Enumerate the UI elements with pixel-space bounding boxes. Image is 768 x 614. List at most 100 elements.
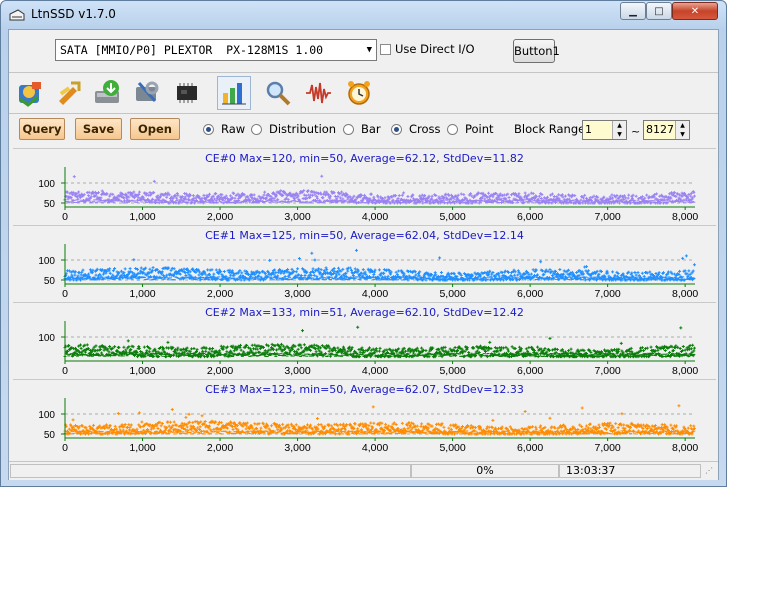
data-point <box>529 272 533 276</box>
minimize-button[interactable]: ▁ <box>620 2 646 20</box>
data-point <box>116 411 120 415</box>
open-button[interactable]: Open <box>130 118 180 140</box>
data-point <box>132 258 136 262</box>
data-point <box>252 193 256 197</box>
minimize-icon: ▁ <box>629 5 637 17</box>
chart-panel-ce1: CE#1 Max=125, min=50, Average=62.04, Std… <box>13 225 716 302</box>
title-bar[interactable]: LtnSSD v1.7.0 ▁ □ ✕ <box>1 1 726 29</box>
data-point <box>636 271 640 275</box>
data-point <box>453 345 457 349</box>
chart-panel-ce3: CE#3 Max=123, min=50, Average=62.07, Std… <box>13 379 716 456</box>
data-point <box>313 258 317 262</box>
block-range-to-input[interactable]: 8127 ▲ ▼ <box>643 120 690 140</box>
data-point <box>443 345 447 349</box>
data-point <box>200 414 204 418</box>
maximize-button[interactable]: □ <box>646 2 672 20</box>
data-point <box>320 174 324 178</box>
save-button[interactable]: Save <box>75 118 122 140</box>
y-tick-label: 100 <box>38 333 55 344</box>
data-point <box>299 346 303 350</box>
data-point <box>692 194 696 198</box>
button1[interactable]: Button1 <box>513 39 560 63</box>
data-point <box>113 345 117 349</box>
spin-arrows-icon[interactable]: ▲ ▼ <box>675 121 689 139</box>
y-tick-label: 100 <box>38 179 55 190</box>
data-point <box>219 421 223 425</box>
data-point <box>463 349 467 353</box>
data-point <box>92 423 96 427</box>
chip-icon[interactable] <box>170 76 204 110</box>
data-point <box>72 175 76 179</box>
cross-radio-label[interactable]: Cross <box>409 122 441 136</box>
tools-icon[interactable] <box>52 76 86 110</box>
block-range-to-value: 8127 <box>646 123 674 136</box>
chart-bars-icon[interactable] <box>217 76 251 110</box>
data-point <box>302 343 306 347</box>
raw-radio-label[interactable]: Raw <box>221 122 245 136</box>
raw-radio[interactable] <box>203 124 214 135</box>
cross-radio[interactable] <box>391 124 402 135</box>
data-point <box>633 270 637 274</box>
settings-icon[interactable] <box>130 76 164 110</box>
data-point <box>262 193 266 197</box>
data-series <box>63 248 696 282</box>
data-point <box>467 350 471 354</box>
use-direct-io-label[interactable]: Use Direct I/O <box>395 42 475 56</box>
alarm-clock-icon[interactable] <box>342 76 376 110</box>
data-point <box>255 347 259 351</box>
data-point <box>558 268 562 272</box>
drive-download-icon[interactable] <box>91 76 125 110</box>
data-point <box>626 196 630 200</box>
close-icon: ✕ <box>690 5 700 17</box>
data-point <box>619 341 623 345</box>
data-point <box>529 191 533 195</box>
point-radio-label[interactable]: Point <box>465 122 494 136</box>
data-point <box>642 274 646 278</box>
distribution-radio-label[interactable]: Distribution <box>269 122 336 136</box>
data-point <box>303 274 307 278</box>
data-series <box>63 404 696 436</box>
disk-info-icon[interactable] <box>13 76 47 110</box>
data-point <box>187 412 191 416</box>
tool-icon-bar <box>9 73 718 114</box>
data-point <box>439 270 443 274</box>
data-point <box>424 349 428 353</box>
data-point <box>172 420 176 424</box>
x-tick-label: 3,000 <box>284 365 310 377</box>
use-direct-io-checkbox[interactable] <box>380 44 391 55</box>
data-point <box>310 251 314 255</box>
data-point <box>642 349 646 353</box>
data-point <box>73 273 77 277</box>
app-window: LtnSSD v1.7.0 ▁ □ ✕ SATA [MMIO/P0] PLEXT… <box>0 0 727 487</box>
data-point <box>539 260 543 264</box>
data-point <box>681 345 685 349</box>
data-point <box>640 346 644 350</box>
bar-radio[interactable] <box>343 124 354 135</box>
data-point <box>378 346 382 350</box>
data-point <box>297 257 301 261</box>
data-point <box>122 345 126 349</box>
block-range-from-input[interactable]: 1 ▲ ▼ <box>582 120 627 140</box>
data-point <box>356 325 360 329</box>
data-series <box>63 174 696 205</box>
data-point <box>531 192 535 196</box>
chart-ce1: 100 50 0 1,000 2,000 3,000 4,000 5,000 6,000 7,00… <box>38 244 698 300</box>
data-point <box>296 347 300 351</box>
waveform-icon[interactable] <box>301 76 335 110</box>
spin-arrows-icon[interactable]: ▲ ▼ <box>612 121 626 139</box>
point-radio[interactable] <box>447 124 458 135</box>
x-tick-label: 4,000 <box>362 288 388 300</box>
close-button[interactable]: ✕ <box>672 2 718 20</box>
magnifier-icon[interactable] <box>261 76 295 110</box>
bar-radio-label[interactable]: Bar <box>361 122 381 136</box>
data-point <box>510 345 514 349</box>
data-point <box>166 340 170 344</box>
device-select[interactable]: SATA [MMIO/P0] PLEXTOR PX-128M1S 1.00 ▼ <box>55 39 377 61</box>
data-point <box>550 348 554 352</box>
y-tick-label: 50 <box>44 276 56 287</box>
distribution-radio[interactable] <box>251 124 262 135</box>
data-point <box>692 263 696 267</box>
query-button[interactable]: Query <box>19 118 65 140</box>
data-point <box>111 192 115 196</box>
x-tick-label: 1,000 <box>129 288 155 300</box>
